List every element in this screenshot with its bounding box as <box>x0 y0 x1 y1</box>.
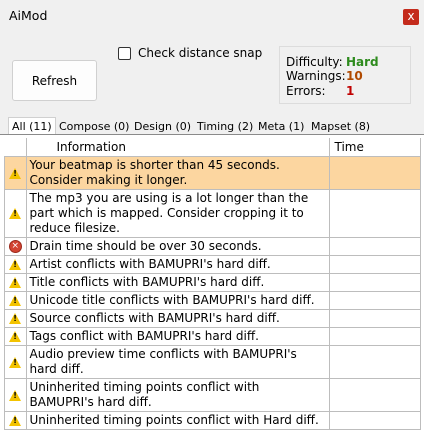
table-row[interactable]: Uninherited timing points conflict with … <box>4 378 421 412</box>
issues-table: Information Time Your beatmap is shorter… <box>4 138 421 430</box>
errors-row: Errors: 1 <box>286 84 354 99</box>
row-information: Title conflicts with BAMUPRI's hard diff… <box>25 273 330 292</box>
row-icon-cell <box>4 345 27 379</box>
row-time <box>328 189 421 238</box>
table-row[interactable]: Your beatmap is shorter than 45 seconds.… <box>4 156 421 190</box>
row-information: Drain time should be over 30 seconds. <box>25 237 330 256</box>
table-row[interactable]: Title conflicts with BAMUPRI's hard diff… <box>4 273 421 292</box>
issues-panel: Information Time Your beatmap is shorter… <box>0 135 424 446</box>
row-icon-cell: × <box>4 237 27 256</box>
icon-column-header[interactable] <box>4 138 27 157</box>
tab-strip: All (11) Compose (0) Design (0) Timing (… <box>0 117 424 136</box>
row-information: Your beatmap is shorter than 45 seconds.… <box>25 156 330 190</box>
row-time <box>328 411 421 430</box>
row-time <box>328 378 421 412</box>
row-time <box>328 291 421 310</box>
row-time <box>328 255 421 274</box>
table-row[interactable]: The mp3 you are using is a lot longer th… <box>4 189 421 238</box>
row-icon-cell <box>4 291 27 310</box>
row-information: Unicode title conflicts with BAMUPRI's h… <box>25 291 330 310</box>
row-time <box>328 273 421 292</box>
row-icon-cell <box>4 309 27 328</box>
information-column-header[interactable]: Information <box>26 138 330 157</box>
row-icon-cell <box>4 273 27 292</box>
table-row[interactable]: Tags conflict with BAMUPRI's hard diff. <box>4 327 421 346</box>
difficulty-row: Difficulty: Hard <box>286 55 379 70</box>
row-information: Audio preview time conflicts with BAMUPR… <box>25 345 330 379</box>
tab-meta[interactable]: Meta (1) <box>258 118 304 135</box>
warnings-row: Warnings: 10 <box>286 69 363 84</box>
refresh-button[interactable]: Refresh <box>12 60 97 101</box>
row-information: Tags conflict with BAMUPRI's hard diff. <box>25 327 330 346</box>
row-icon-cell <box>4 411 27 430</box>
tab-mapset[interactable]: Mapset (8) <box>311 118 370 135</box>
warning-icon <box>9 277 22 288</box>
row-icon-cell <box>4 327 27 346</box>
table-row[interactable]: Audio preview time conflicts with BAMUPR… <box>4 345 421 379</box>
tab-timing[interactable]: Timing (2) <box>197 118 253 135</box>
warning-icon <box>9 167 22 179</box>
warning-icon <box>9 389 22 401</box>
title-bar: AiMod x <box>0 0 424 32</box>
tab-compose[interactable]: Compose (0) <box>59 118 129 135</box>
close-button[interactable]: x <box>403 9 419 25</box>
warnings-value: 10 <box>346 69 363 83</box>
check-distance-snap-checkbox[interactable] <box>118 46 131 60</box>
table-row[interactable]: Source conflicts with BAMUPRI's hard dif… <box>4 309 421 328</box>
check-distance-snap-option[interactable]: Check distance snap <box>118 46 262 60</box>
row-time <box>328 327 421 346</box>
row-information: Uninherited timing points conflict with … <box>25 411 330 430</box>
warning-icon <box>9 259 22 270</box>
warning-icon <box>9 313 22 324</box>
time-column-header[interactable]: Time <box>329 138 421 157</box>
table-row[interactable]: Artist conflicts with BAMUPRI's hard dif… <box>4 255 421 274</box>
stats-panel: Difficulty: Hard Warnings: 10 Errors: 1 <box>279 46 411 104</box>
row-information: The mp3 you are using is a lot longer th… <box>25 189 330 238</box>
errors-value: 1 <box>346 84 355 98</box>
row-time <box>328 237 421 256</box>
row-icon-cell <box>4 378 27 412</box>
table-row[interactable]: Unicode title conflicts with BAMUPRI's h… <box>4 291 421 310</box>
tab-design[interactable]: Design (0) <box>134 118 191 135</box>
difficulty-label: Difficulty: <box>286 55 343 69</box>
table-row[interactable]: Uninherited timing points conflict with … <box>4 411 421 430</box>
difficulty-value: Hard <box>346 55 379 69</box>
row-time <box>328 345 421 379</box>
warning-icon <box>9 331 22 342</box>
warning-icon <box>9 356 22 368</box>
warning-icon <box>9 208 22 219</box>
row-information: Source conflicts with BAMUPRI's hard dif… <box>25 309 330 328</box>
table-header-row: Information Time <box>4 138 421 157</box>
error-icon: × <box>8 240 22 253</box>
row-information: Artist conflicts with BAMUPRI's hard dif… <box>25 255 330 274</box>
row-information: Uninherited timing points conflict with … <box>25 378 330 412</box>
row-icon-cell <box>4 255 27 274</box>
row-icon-cell <box>4 156 27 190</box>
check-distance-snap-label: Check distance snap <box>138 46 263 60</box>
warning-icon <box>9 295 22 306</box>
row-time <box>328 156 421 190</box>
row-time <box>328 309 421 328</box>
table-row[interactable]: × Drain time should be over 30 seconds. <box>4 237 421 256</box>
warning-icon <box>9 415 22 426</box>
row-icon-cell <box>4 189 27 238</box>
window-title: AiMod <box>9 8 48 23</box>
warnings-label: Warnings: <box>286 69 346 83</box>
errors-label: Errors: <box>286 84 326 98</box>
